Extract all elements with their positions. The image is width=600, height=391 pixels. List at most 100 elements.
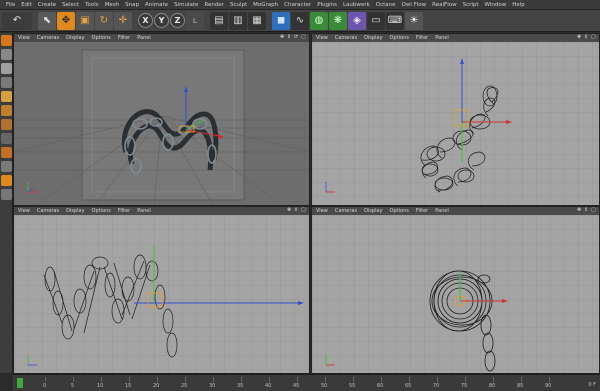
viewport-menu-panel[interactable]: Panel xyxy=(435,35,449,41)
menu-file[interactable]: File xyxy=(6,2,15,8)
pan-icon[interactable]: ✥ xyxy=(280,35,285,40)
menu-animate[interactable]: Animate xyxy=(145,2,168,8)
maximize-icon[interactable]: ▢ xyxy=(301,35,306,40)
rotate-view-icon[interactable]: ⟳ xyxy=(294,35,299,40)
z-axis-lock-button[interactable]: Z xyxy=(170,13,185,28)
light-icon[interactable]: ☀ xyxy=(405,11,423,30)
rotate-tool-button[interactable]: ↻ xyxy=(95,11,113,30)
menu-realflow[interactable]: RealFlow xyxy=(432,2,456,8)
scale-tool-button[interactable]: ▣ xyxy=(76,11,94,30)
menu-create[interactable]: Create xyxy=(38,2,56,8)
pan-icon[interactable]: ✥ xyxy=(577,208,582,213)
perspective-viewport[interactable]: View Cameras Display Options Filter Pane… xyxy=(13,33,310,206)
menu-plugins[interactable]: Plugins xyxy=(317,2,337,8)
maximize-icon[interactable]: ▢ xyxy=(591,35,596,40)
cube-primitive-icon[interactable]: ◼ xyxy=(272,11,290,30)
menu-tools[interactable]: Tools xyxy=(85,2,99,8)
menu-render[interactable]: Render xyxy=(204,2,224,8)
zoom-icon[interactable]: ⇕ xyxy=(584,208,589,213)
viewport-menu-options[interactable]: Options xyxy=(92,35,111,41)
move-tool-button[interactable]: ✥ xyxy=(57,11,75,30)
menu-simulate[interactable]: Simulate xyxy=(174,2,198,8)
menu-snap[interactable]: Snap xyxy=(125,2,139,8)
zoom-icon[interactable]: ⇕ xyxy=(584,35,589,40)
axis-mode-icon[interactable] xyxy=(0,133,12,144)
menu-edit[interactable]: Edit xyxy=(21,2,32,8)
soft-selection-icon[interactable] xyxy=(0,175,12,186)
undo-button[interactable]: ↶ xyxy=(2,11,32,30)
y-axis-lock-button[interactable]: Y xyxy=(154,13,169,28)
pan-icon[interactable]: ✥ xyxy=(287,208,292,213)
render-picture-viewer-icon[interactable]: ▥ xyxy=(229,11,247,30)
spline-pen-icon[interactable]: ∿ xyxy=(291,11,309,30)
viewport-menu-filter[interactable]: Filter xyxy=(118,208,130,214)
menu-window[interactable]: Window xyxy=(485,2,507,8)
viewport-menu-view[interactable]: View xyxy=(18,208,30,214)
viewport-menu-cameras[interactable]: Cameras xyxy=(335,35,357,41)
camera-icon[interactable]: ⌨ xyxy=(386,11,404,30)
animation-timeline[interactable]: 0 5 10 15 20 25 30 35 40 45 50 55 60 65 … xyxy=(13,374,600,391)
viewport-menu-cameras[interactable]: Cameras xyxy=(335,208,357,214)
x-axis-lock-button[interactable]: X xyxy=(138,13,153,28)
viewport-menu-filter[interactable]: Filter xyxy=(118,35,130,41)
workplane-mode-icon[interactable] xyxy=(0,77,12,88)
menu-laubwerk[interactable]: Laubwerk xyxy=(343,2,370,8)
viewport-menu-panel[interactable]: Panel xyxy=(137,35,151,41)
viewport-menu-cameras[interactable]: Cameras xyxy=(37,208,59,214)
right-viewport[interactable]: View Cameras Display Options Filter Pane… xyxy=(13,206,310,374)
viewport-menu-panel[interactable]: Panel xyxy=(137,208,151,214)
timeline-tick xyxy=(269,377,270,382)
zoom-icon[interactable]: ⇕ xyxy=(294,208,299,213)
nurbs-generator-icon[interactable]: ◍ xyxy=(310,11,328,30)
viewport-menu-options[interactable]: Options xyxy=(390,35,409,41)
viewport-menu-cameras[interactable]: Cameras xyxy=(37,35,59,41)
menu-owl-flow[interactable]: Owl Flow xyxy=(402,2,427,8)
viewport-menu-options[interactable]: Options xyxy=(92,208,111,214)
maximize-icon[interactable]: ▢ xyxy=(301,208,306,213)
viewport-menu-filter[interactable]: Filter xyxy=(416,208,428,214)
render-view-icon[interactable]: ▤ xyxy=(210,11,228,30)
model-mode-icon[interactable] xyxy=(0,49,12,60)
floor-scene-icon[interactable]: ▭ xyxy=(367,11,385,30)
viewport-menu-panel[interactable]: Panel xyxy=(435,208,449,214)
transform-tool-button[interactable]: ✛ xyxy=(114,11,132,30)
render-settings-icon[interactable]: ▦ xyxy=(248,11,266,30)
viewport-menu-filter[interactable]: Filter xyxy=(416,35,428,41)
edges-mode-icon[interactable] xyxy=(0,105,12,116)
maximize-icon[interactable]: ▢ xyxy=(591,208,596,213)
current-frame-marker[interactable] xyxy=(17,378,23,388)
menu-sculpt[interactable]: Sculpt xyxy=(230,2,247,8)
menu-help[interactable]: Help xyxy=(512,2,525,8)
layout-icon[interactable] xyxy=(0,189,12,200)
viewport-menu-view[interactable]: View xyxy=(316,208,328,214)
viewport-menu-display[interactable]: Display xyxy=(66,208,84,214)
timeline-label: 85 xyxy=(517,383,524,389)
menu-mesh[interactable]: Mesh xyxy=(105,2,119,8)
make-editable-icon[interactable] xyxy=(0,35,12,46)
tweak-mode-icon[interactable] xyxy=(0,147,12,158)
menu-script[interactable]: Script xyxy=(463,2,479,8)
viewport-menu-view[interactable]: View xyxy=(316,35,328,41)
points-mode-icon[interactable] xyxy=(0,91,12,102)
viewport-menu-display[interactable]: Display xyxy=(364,208,382,214)
array-generator-icon[interactable]: ❋ xyxy=(329,11,347,30)
coordinate-system-button[interactable]: L xyxy=(186,11,204,30)
menu-select[interactable]: Select xyxy=(62,2,79,8)
polygons-mode-icon[interactable] xyxy=(0,119,12,130)
timeline-label: 25 xyxy=(181,383,188,389)
viewport-menu-view[interactable]: View xyxy=(18,35,30,41)
viewport-menu-display[interactable]: Display xyxy=(66,35,84,41)
menu-character[interactable]: Character xyxy=(284,2,311,8)
zoom-icon[interactable]: ⇕ xyxy=(287,35,292,40)
viewport-menu-display[interactable]: Display xyxy=(364,35,382,41)
viewport-menu-options[interactable]: Options xyxy=(390,208,409,214)
texture-mode-icon[interactable] xyxy=(0,63,12,74)
menu-mograph[interactable]: MoGraph xyxy=(253,2,278,8)
menu-octane[interactable]: Octane xyxy=(376,2,396,8)
front-viewport[interactable]: View Cameras Display Options Filter Pane… xyxy=(311,206,600,374)
live-selection-button[interactable]: ⬉ xyxy=(38,11,56,30)
top-viewport[interactable]: View Cameras Display Options Filter Pane… xyxy=(311,33,600,206)
snapping-icon[interactable] xyxy=(0,161,12,172)
deformer-icon[interactable]: ◈ xyxy=(348,11,366,30)
pan-icon[interactable]: ✥ xyxy=(577,35,582,40)
